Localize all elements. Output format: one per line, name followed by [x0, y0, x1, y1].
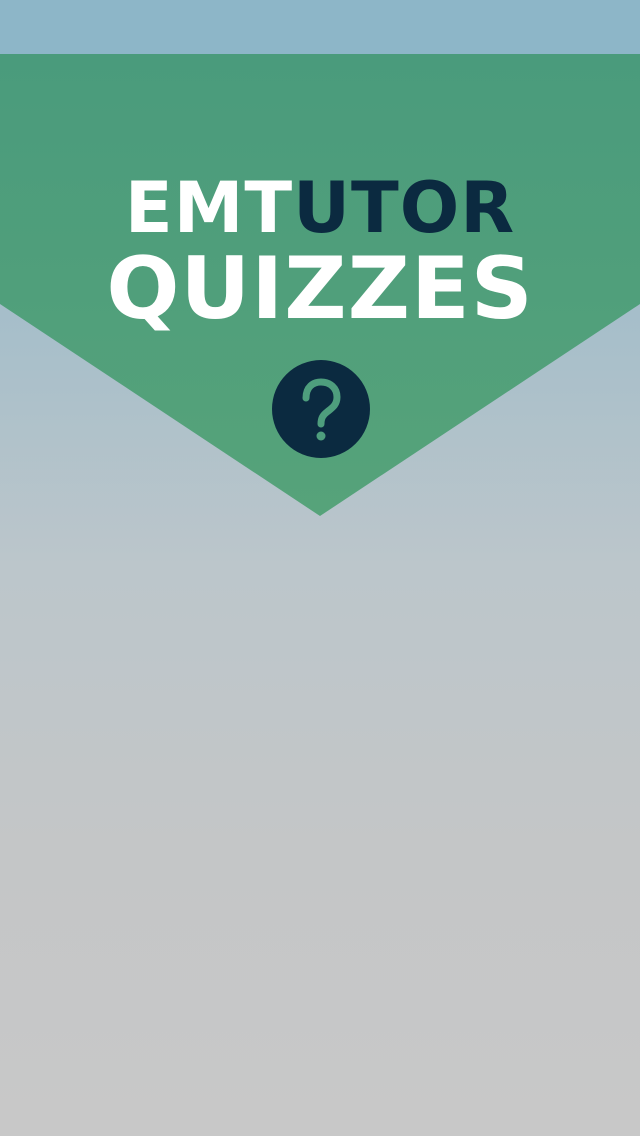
app-title-line-1: EMTUTOR: [0, 168, 640, 248]
app-title-line-2: QUIZZES: [106, 239, 534, 339]
question-mark-icon: [272, 360, 370, 458]
status-bar: [0, 0, 640, 54]
app-title-part-1: EMT: [124, 167, 294, 249]
app-title-part-2: UTOR: [293, 167, 516, 249]
